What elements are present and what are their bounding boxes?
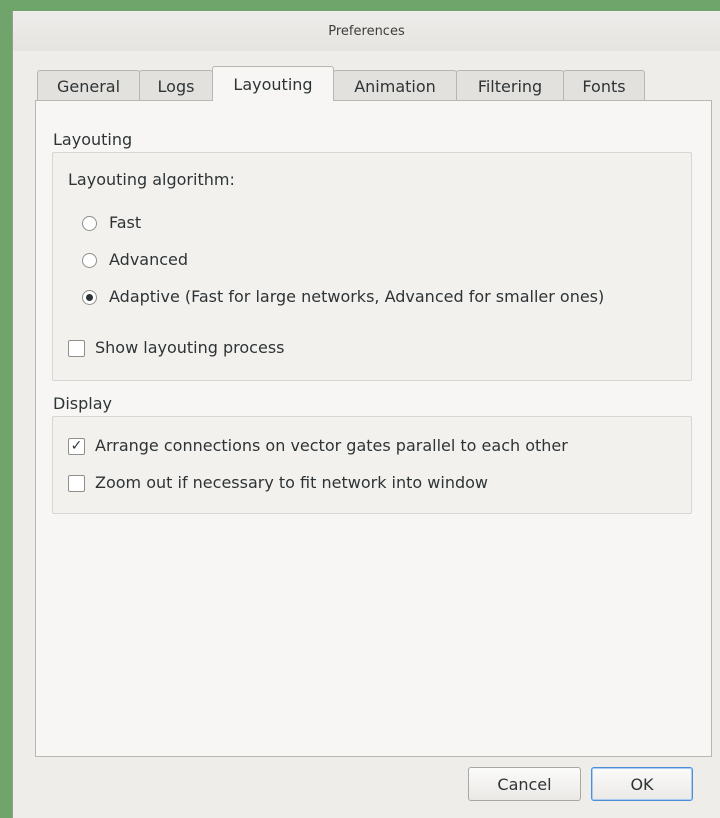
tab-logs[interactable]: Logs [139, 70, 213, 101]
radio-adaptive[interactable] [82, 290, 97, 305]
cancel-button[interactable]: Cancel [468, 767, 581, 801]
title-bar[interactable]: Preferences [13, 11, 720, 51]
tab-layouting[interactable]: Layouting [212, 66, 334, 101]
tab-label: Layouting [233, 74, 313, 94]
radio-advanced[interactable] [82, 253, 97, 268]
radio-fast-label[interactable]: Fast [109, 213, 141, 232]
radio-fast[interactable] [82, 216, 97, 231]
arrange-connections-checkbox[interactable]: ✓ [68, 438, 85, 455]
zoom-out-checkbox[interactable] [68, 475, 85, 492]
tab-label: Filtering [477, 76, 543, 96]
show-layouting-process-checkbox[interactable] [68, 340, 85, 357]
ok-button[interactable]: OK [591, 767, 693, 801]
tab-label: Logs [157, 76, 195, 96]
cancel-button-label: Cancel [497, 774, 552, 794]
preferences-dialog: Preferences General Logs Layouting Anima… [12, 11, 720, 818]
tab-label: Animation [354, 76, 436, 96]
tab-bar: General Logs Layouting Animation Filteri… [37, 66, 645, 101]
tab-panel-layouting: Layouting Layouting algorithm: Fast Adva… [35, 100, 712, 757]
window-title: Preferences [328, 23, 405, 39]
show-layouting-process-label[interactable]: Show layouting process [95, 338, 285, 357]
ok-button-label: OK [630, 774, 654, 794]
zoom-out-label[interactable]: Zoom out if necessary to fit network int… [95, 473, 488, 492]
tab-filtering[interactable]: Filtering [456, 70, 564, 101]
algorithm-label: Layouting algorithm: [68, 170, 235, 189]
radio-adaptive-label[interactable]: Adaptive (Fast for large networks, Advan… [109, 287, 604, 306]
tab-label: Fonts [582, 76, 626, 96]
tab-animation[interactable]: Animation [333, 70, 457, 101]
display-group: ✓ Arrange connections on vector gates pa… [52, 416, 692, 514]
display-section-title: Display [53, 394, 112, 413]
layouting-group: Layouting algorithm: Fast Advanced Adapt… [52, 152, 692, 381]
layouting-section-title: Layouting [53, 130, 133, 149]
tab-label: General [56, 76, 121, 96]
tab-fonts[interactable]: Fonts [563, 70, 645, 101]
arrange-connections-label[interactable]: Arrange connections on vector gates para… [95, 436, 568, 455]
tab-general[interactable]: General [37, 70, 140, 101]
radio-advanced-label[interactable]: Advanced [109, 250, 188, 269]
